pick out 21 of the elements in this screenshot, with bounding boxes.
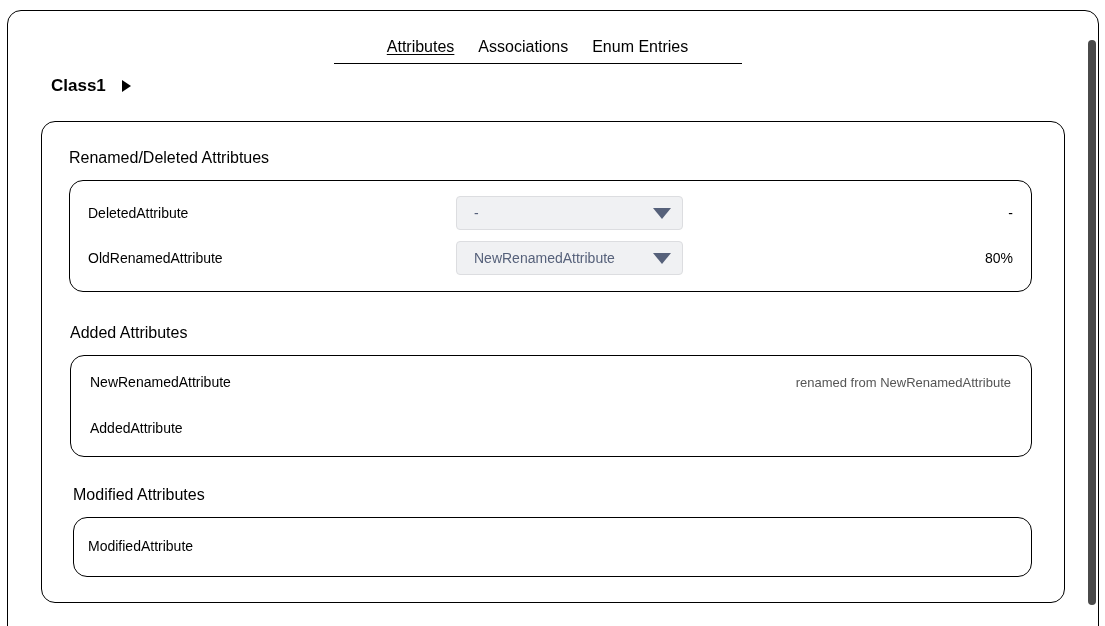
attribute-name: AddedAttribute xyxy=(90,419,183,438)
match-score: - xyxy=(1008,203,1014,223)
expand-icon[interactable] xyxy=(121,79,131,92)
attribute-dropdown[interactable]: NewRenamedAttribute xyxy=(456,241,683,275)
attribute-name: OldRenamedAttribute xyxy=(88,248,224,268)
tab[interactable]: Attributes xyxy=(386,35,455,59)
tab[interactable]: Enum Entries xyxy=(592,35,689,59)
tab[interactable]: Associations xyxy=(478,35,569,59)
rename-note: renamed from NewRenamedAttribute xyxy=(795,373,1012,392)
attribute-name: NewRenamedAttribute xyxy=(90,373,231,392)
section-title: Modified Attributes xyxy=(73,484,206,505)
attribute-dropdown[interactable]: - xyxy=(456,196,683,230)
attribute-name: ModifiedAttribute xyxy=(88,537,194,556)
scrollbar-icon xyxy=(1088,40,1096,605)
section-title: Renamed/Deleted Attribtues xyxy=(69,147,271,168)
section-title: Added Attributes xyxy=(70,322,189,343)
attribute-name: DeletedAttribute xyxy=(88,203,190,223)
caret-icon xyxy=(653,252,671,264)
caret-icon xyxy=(653,207,671,219)
class-title: Class1 xyxy=(51,75,106,97)
match-score: 80% xyxy=(984,248,1014,268)
